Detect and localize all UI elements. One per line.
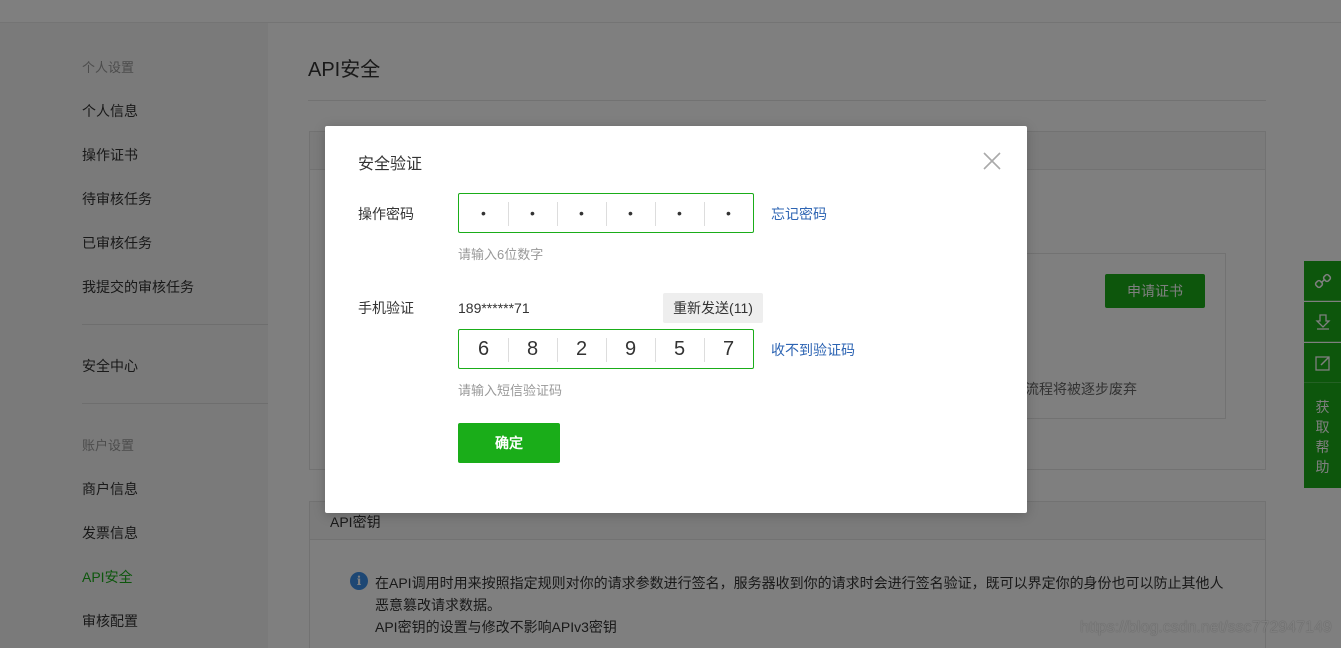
password-digit[interactable]: •	[704, 194, 753, 232]
sms-digit[interactable]: 8	[508, 330, 557, 368]
password-digit[interactable]: •	[459, 194, 508, 232]
password-digit[interactable]: •	[557, 194, 606, 232]
sms-digit[interactable]: 6	[459, 330, 508, 368]
sms-code-input[interactable]: 6 8 2 9 5 7	[458, 329, 754, 369]
password-hint: 请输入6位数字	[458, 247, 544, 262]
password-digit[interactable]: •	[606, 194, 655, 232]
close-icon	[983, 152, 1001, 170]
dialog-title: 安全验证	[358, 156, 423, 173]
password-digit[interactable]: •	[508, 194, 557, 232]
close-button[interactable]	[981, 150, 1003, 172]
sms-digit[interactable]: 5	[655, 330, 704, 368]
password-code-input[interactable]: • • • • • •	[458, 193, 754, 233]
security-verification-dialog: 安全验证 操作密码 • • • • • • 忘记密码 请输入6位数字 手机验证 …	[325, 126, 1027, 513]
no-code-link[interactable]: 收不到验证码	[771, 340, 855, 360]
phone-number: 189******71	[458, 300, 530, 316]
sms-digit[interactable]: 7	[704, 330, 753, 368]
sms-digit[interactable]: 9	[606, 330, 655, 368]
sms-digit[interactable]: 2	[557, 330, 606, 368]
password-digit[interactable]: •	[655, 194, 704, 232]
sms-hint: 请输入短信验证码	[458, 383, 563, 398]
confirm-button[interactable]: 确定	[458, 423, 560, 463]
forgot-password-link[interactable]: 忘记密码	[771, 204, 827, 224]
resend-button[interactable]: 重新发送(11)	[663, 293, 763, 323]
password-label: 操作密码	[358, 206, 414, 222]
phone-verify-label: 手机验证	[358, 300, 414, 316]
